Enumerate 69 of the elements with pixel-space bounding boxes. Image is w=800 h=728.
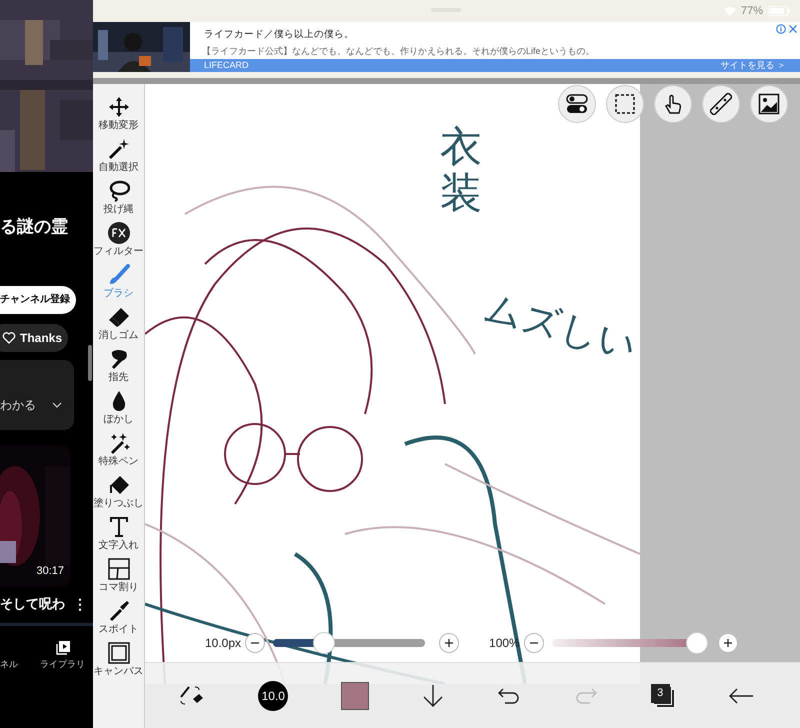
description-text: わかる (0, 396, 36, 414)
fx-icon (108, 222, 130, 244)
color-swatch[interactable] (341, 682, 370, 710)
ruler-icon (710, 93, 732, 115)
eyedropper-icon (108, 600, 130, 622)
scrollbar-thumb (88, 345, 92, 381)
ad-banner[interactable]: ライフカード／僕ら以上の僕ら。 【ライフカード公式】なんどでも、なんどでも、作りかえられる。それが僕らのLifeというもの。 LIFECARD サイトを見る ＞ (93, 22, 800, 72)
tool-button[interactable]: 指先 (94, 348, 144, 390)
video-title: る謎の霊 (0, 216, 69, 238)
video-title: そして呪わ (0, 595, 65, 614)
lasso-icon (108, 180, 130, 202)
tool-button[interactable]: 塗りつぶし (94, 474, 144, 516)
ad-description: 【ライフカード公式】なんどでも、なんどでも、作りかえられる。それが僕らのLifeというもの。 (201, 45, 596, 58)
tool-button[interactable]: 投げ縄 (94, 180, 144, 222)
down-arrow-icon[interactable] (422, 684, 444, 708)
back-arrow-icon[interactable] (728, 686, 754, 704)
tool-button[interactable]: 自動選択 (94, 138, 144, 180)
thanks-button[interactable]: Thanks (0, 324, 68, 352)
pen-eraser-swap-icon[interactable] (179, 684, 206, 706)
ad-title: ライフカード／僕ら以上の僕ら。 (204, 28, 354, 42)
slider-reading: 10.0px (205, 635, 242, 652)
tool-button[interactable]: ぼかし (94, 390, 144, 432)
eraser-icon (108, 306, 130, 328)
tool-button[interactable]: 移動変形 (94, 96, 144, 138)
tool-button[interactable]: コマ割り (94, 558, 144, 600)
tool-button[interactable]: スポイト (94, 600, 144, 642)
canvas-frame-icon (108, 642, 130, 664)
more-icon[interactable]: ⋮ (73, 594, 87, 614)
magic-wand-icon (108, 138, 130, 160)
panel-grid-icon (108, 558, 130, 580)
selection-icon (614, 93, 636, 115)
heart-icon (2, 330, 16, 344)
tool-button[interactable]: 文字入れ (94, 516, 144, 558)
image-icon (758, 93, 780, 115)
plus-button[interactable] (718, 633, 738, 653)
battery-percentage: 77% (740, 4, 763, 19)
chevron-down-icon[interactable] (52, 402, 62, 408)
video-duration: 30:17 (36, 564, 64, 579)
nav-item[interactable]: ネル (0, 658, 18, 671)
tool-button[interactable]: キャンバス (94, 642, 144, 684)
subscribe-button[interactable]: チャンネル登録 (0, 286, 76, 314)
fill-diamond-icon (108, 474, 130, 496)
move-arrows-icon (108, 96, 130, 118)
layers-button[interactable]: 3 (650, 684, 675, 708)
plus-icon (722, 638, 733, 648)
brush-size-button[interactable]: 10.0 (258, 680, 288, 710)
ad-brand: LIFECARD (204, 58, 249, 72)
undo-icon[interactable] (496, 686, 521, 706)
text-t-icon (108, 516, 130, 538)
plus-icon (444, 638, 454, 648)
canvas-tool-button[interactable] (654, 85, 692, 123)
brush-icon (108, 264, 130, 286)
canvas-tool-button[interactable] (750, 85, 788, 123)
tool-button[interactable]: フィルター (94, 222, 144, 264)
tool-button[interactable]: 消しゴム (94, 306, 144, 348)
info-icon[interactable] (776, 24, 786, 34)
close-icon[interactable] (788, 24, 798, 34)
handwritten-text: ムズしい (478, 286, 642, 370)
library-icon (54, 640, 70, 656)
hand-icon (662, 93, 684, 115)
toggle-switches-icon (566, 93, 588, 115)
tool-button[interactable]: ブラシ (94, 264, 144, 306)
video-thumbnail[interactable]: 30:17 (0, 446, 70, 586)
slider-thumb[interactable] (686, 632, 708, 654)
description-card[interactable]: わかる (0, 360, 74, 430)
canvas-tool-button[interactable] (702, 85, 740, 123)
nav-item[interactable]: ライブラリ (40, 640, 85, 671)
tool-button[interactable]: 特殊ペン (94, 432, 144, 474)
handwritten-text: 衣装 (440, 124, 482, 216)
